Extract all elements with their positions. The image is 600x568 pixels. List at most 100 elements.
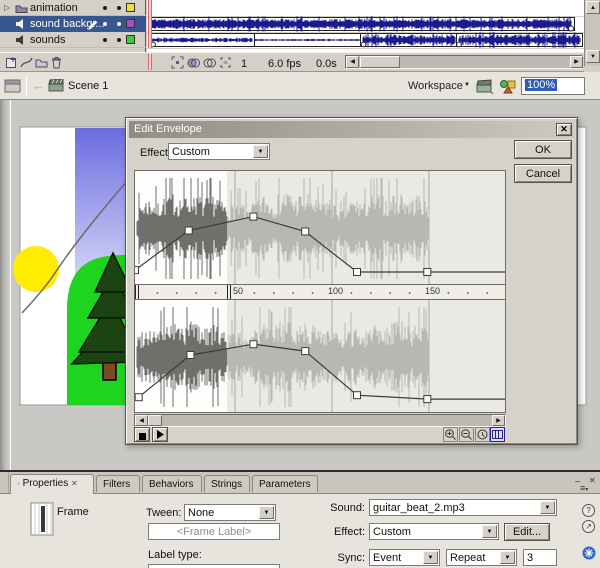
- delete-layer-icon[interactable]: [49, 56, 63, 70]
- onion-skin-icon[interactable]: [186, 56, 200, 70]
- chevron-down-icon[interactable]: ▼: [423, 551, 438, 564]
- tab-behaviors[interactable]: Behaviors: [142, 475, 202, 492]
- sound-value: guitar_beat_2.mp3: [373, 502, 465, 514]
- popout-icon[interactable]: ↗: [582, 520, 595, 533]
- timeline-toggle-icon[interactable]: [4, 79, 21, 93]
- timeline-frames[interactable]: [147, 0, 584, 52]
- scroll-left-icon[interactable]: ◀: [135, 415, 148, 426]
- envelope-ruler[interactable]: 50 100 150: [134, 285, 506, 299]
- divider: [26, 76, 27, 96]
- insert-layer-icon[interactable]: [4, 56, 18, 70]
- tab-properties[interactable]: ◦ Properties ✕: [10, 474, 94, 494]
- layer-name[interactable]: animation: [30, 2, 78, 14]
- back-arrow-icon[interactable]: ←: [32, 78, 45, 93]
- scroll-right-icon[interactable]: ▶: [492, 415, 505, 426]
- reference-star-icon[interactable]: [582, 546, 596, 560]
- cancel-button[interactable]: Cancel: [514, 164, 572, 183]
- chevron-down-icon[interactable]: ▼: [259, 506, 274, 519]
- stop-button[interactable]: [134, 427, 150, 442]
- tab-strings[interactable]: Strings: [204, 475, 250, 492]
- layer-row-sounds[interactable]: sounds: [0, 32, 146, 48]
- sun-shape: [13, 246, 59, 292]
- seconds-view-icon[interactable]: [475, 427, 490, 442]
- ok-button[interactable]: OK: [514, 140, 572, 159]
- scrollbar-thumb[interactable]: [148, 415, 162, 426]
- insert-layer-folder-icon[interactable]: [34, 56, 48, 70]
- chevron-down-icon[interactable]: ▼: [500, 551, 515, 564]
- scroll-left-icon[interactable]: ◀: [346, 56, 359, 68]
- scroll-right-icon[interactable]: ▶: [570, 56, 583, 68]
- scene-name[interactable]: Scene 1: [68, 80, 108, 92]
- layer-row-animation[interactable]: ▷ animation: [0, 0, 146, 16]
- panel-menu-icon[interactable]: ≡▾: [580, 483, 588, 493]
- tab-filters[interactable]: Filters: [96, 475, 140, 492]
- loop-combo[interactable]: Repeat ▼: [446, 549, 517, 566]
- layer-lock-dot[interactable]: [117, 22, 121, 26]
- edit-symbols-icon[interactable]: [499, 79, 517, 94]
- layer-outline-swatch[interactable]: [126, 19, 135, 28]
- chevron-down-icon[interactable]: ▼: [540, 501, 555, 514]
- time-out-handle[interactable]: [227, 285, 232, 299]
- layer-visibility-dot[interactable]: [103, 6, 107, 10]
- sound-combo[interactable]: guitar_beat_2.mp3 ▼: [369, 499, 557, 516]
- scrollbar-thumb[interactable]: [360, 56, 400, 68]
- loop-count-input[interactable]: [523, 549, 557, 566]
- timeline-horizontal-scrollbar[interactable]: ◀ ▶: [345, 55, 583, 69]
- playhead[interactable]: [148, 0, 152, 48]
- envelope-panel-left-channel[interactable]: [134, 170, 506, 285]
- effect-combo[interactable]: Custom ▼: [369, 523, 499, 540]
- edit-multiple-frames-icon[interactable]: [218, 56, 232, 70]
- play-button[interactable]: [152, 427, 168, 442]
- panel-close-icon[interactable]: ✕: [589, 476, 596, 485]
- playhead-marker[interactable]: [148, 54, 152, 70]
- label-type-combo[interactable]: [148, 564, 280, 568]
- scroll-up-icon[interactable]: ▲: [586, 1, 600, 14]
- layer-lock-dot[interactable]: [117, 6, 121, 10]
- layer-lock-dot[interactable]: [117, 38, 121, 42]
- layer-visibility-dot[interactable]: [103, 38, 107, 42]
- timeline-vertical-scrollbar[interactable]: ▲ ▼: [584, 0, 600, 66]
- folder-expand-icon[interactable]: ▷: [4, 3, 10, 12]
- zoom-in-icon[interactable]: [443, 427, 458, 442]
- envelope-handle: [302, 348, 309, 355]
- tab-close-icon[interactable]: ✕: [71, 479, 78, 488]
- layer-name[interactable]: sounds: [30, 34, 65, 46]
- edit-bar: ← Scene 1 Workspace ▼ 100% ▼: [0, 72, 600, 100]
- edit-envelope-button[interactable]: Edit...: [504, 523, 550, 541]
- layer-outline-swatch[interactable]: [126, 35, 135, 44]
- chevron-down-icon[interactable]: ▼: [253, 145, 268, 158]
- tween-combo[interactable]: None ▼: [184, 504, 276, 521]
- zoom-out-icon[interactable]: [459, 427, 474, 442]
- current-frame-value: 1: [241, 58, 247, 70]
- time-in-handle[interactable]: [135, 285, 140, 299]
- envelope-horizontal-scrollbar[interactable]: ◀ ▶: [134, 414, 506, 427]
- frames-view-icon[interactable]: [490, 427, 505, 442]
- envelope-handle: [250, 213, 257, 220]
- add-motion-guide-icon[interactable]: [19, 56, 33, 70]
- sync-combo[interactable]: Event ▼: [369, 549, 440, 566]
- layer-outline-swatch[interactable]: [126, 3, 135, 12]
- effect-combo[interactable]: Custom ▼: [168, 143, 270, 160]
- frame-rate-value[interactable]: 6.0 fps: [268, 58, 301, 70]
- workspace-chevron-icon[interactable]: ▼: [464, 82, 470, 88]
- center-frame-icon[interactable]: [170, 56, 184, 70]
- workspace-menu[interactable]: Workspace: [408, 80, 463, 92]
- frame-title: Frame: [57, 506, 89, 518]
- zoom-level-combo[interactable]: 100% ▼: [521, 77, 585, 95]
- envelope-handle: [250, 341, 257, 348]
- tab-parameters[interactable]: Parameters: [252, 475, 318, 492]
- help-icon[interactable]: ?: [582, 504, 595, 517]
- envelope-panel-right-channel[interactable]: [134, 299, 506, 413]
- layer-row-sound-background[interactable]: sound backgr...: [0, 16, 146, 32]
- scroll-down-icon[interactable]: ▼: [586, 50, 600, 63]
- frame-label-input[interactable]: [148, 523, 280, 540]
- tween-label: Tween:: [146, 507, 181, 519]
- tween-value: None: [188, 507, 214, 519]
- dialog-title: Edit Envelope: [134, 123, 202, 135]
- chevron-down-icon[interactable]: ▼: [482, 525, 497, 538]
- layer-visibility-dot[interactable]: [103, 22, 107, 26]
- close-icon[interactable]: ✕: [556, 123, 572, 136]
- dialog-title-bar[interactable]: Edit Envelope: [129, 121, 574, 138]
- onion-skin-outlines-icon[interactable]: [202, 56, 216, 70]
- edit-scene-icon[interactable]: [476, 79, 494, 94]
